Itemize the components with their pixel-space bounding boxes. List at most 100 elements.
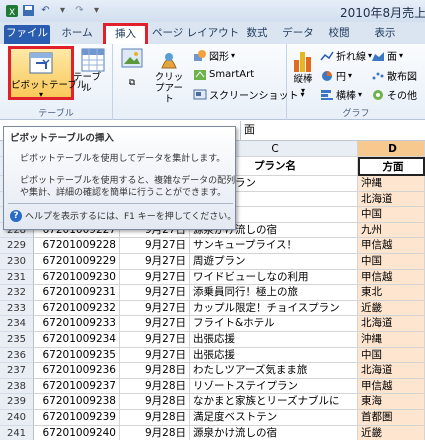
region-cell[interactable]: 中国 [358, 254, 425, 270]
row-header[interactable]: 239 [0, 394, 34, 410]
code-cell[interactable]: 67201009236 [34, 363, 120, 379]
region-cell[interactable]: 甲信越 [358, 269, 425, 286]
date-cell[interactable]: 9月27日 [120, 316, 190, 332]
chevron-down-icon[interactable]: ▾ [55, 3, 70, 18]
table-button[interactable]: テーブル [73, 48, 110, 94]
plan-cell[interactable]: わたしツアーズ気まま旅 [190, 363, 358, 379]
region-cell[interactable]: 北海道 [358, 363, 425, 379]
region-cell[interactable]: 近畿 [358, 425, 425, 440]
undo-icon[interactable]: ↶ [38, 3, 53, 18]
shapes-button[interactable]: 図形 ▾ [193, 48, 235, 63]
row-header[interactable]: 231 [0, 269, 34, 286]
scatter-chart-button[interactable]: 散布図 [371, 68, 417, 83]
plan-cell[interactable]: なかまと家族とリーズナブルに [190, 394, 358, 410]
code-cell[interactable]: 67201009228 [34, 238, 120, 254]
plan-cell[interactable]: リゾートステイプラン [190, 378, 358, 395]
tab-file[interactable]: ファイル [4, 25, 50, 44]
picture-button[interactable]: ⧉ [119, 48, 145, 89]
date-cell[interactable]: 9月28日 [120, 363, 190, 379]
region-cell[interactable]: 甲信越 [358, 238, 425, 254]
plan-cell[interactable]: サンキュープライス！ [190, 238, 358, 254]
tab-formulas[interactable]: 数式 [242, 25, 272, 44]
date-cell[interactable]: 9月27日 [120, 300, 190, 317]
bar-chart-button[interactable]: 横棒 ▾ [320, 87, 362, 102]
tab-home[interactable]: ホーム [55, 25, 99, 44]
row-header[interactable]: 238 [0, 378, 34, 395]
region-cell[interactable]: 首都圏 [358, 410, 425, 426]
region-cell[interactable]: 近畿 [358, 300, 425, 317]
plan-cell[interactable]: フライト&ホテル [190, 316, 358, 332]
row-header[interactable]: 237 [0, 363, 34, 379]
code-cell[interactable]: 67201009239 [34, 410, 120, 426]
plan-cell[interactable]: 添乗員同行！極上の旅 [190, 285, 358, 301]
region-cell[interactable]: 北海道 [358, 316, 425, 332]
row-header[interactable]: 241 [0, 425, 34, 440]
region-cell[interactable]: 東北 [358, 285, 425, 301]
code-cell[interactable]: 67201009240 [34, 425, 120, 440]
pivot-table-button[interactable]: ピボットテーブル ▾ [8, 46, 86, 100]
plan-cell[interactable]: 周遊プラン [190, 254, 358, 270]
formula-input[interactable]: 面 [240, 121, 425, 140]
plan-cell[interactable]: 出張応援 [190, 347, 358, 364]
code-cell[interactable]: 67201009231 [34, 285, 120, 301]
smartart-button[interactable]: SmartArt [193, 68, 254, 81]
code-cell[interactable]: 67201009237 [34, 378, 120, 395]
code-cell[interactable]: 67201009232 [34, 300, 120, 317]
region-cell[interactable]: 九州 [358, 222, 425, 239]
redo-icon[interactable]: ↷ [72, 3, 87, 18]
code-cell[interactable]: 67201009234 [34, 332, 120, 348]
plan-cell[interactable]: ワイドビューしなの利用 [190, 269, 358, 286]
date-cell[interactable]: 9月27日 [120, 347, 190, 364]
region-cell[interactable]: 東海 [358, 394, 425, 410]
code-cell[interactable]: 67201009229 [34, 254, 120, 270]
column-chart-button[interactable]: 縦棒 ▾ [289, 48, 317, 96]
other-charts-button[interactable]: その他 [371, 87, 417, 102]
excel-icon[interactable]: X [4, 3, 19, 18]
customize-qat-icon[interactable]: ▾ [89, 3, 104, 18]
row-header[interactable]: 235 [0, 332, 34, 348]
region-cell[interactable]: 中国 [358, 207, 425, 223]
row-header[interactable]: 229 [0, 238, 34, 254]
date-cell[interactable]: 9月27日 [120, 285, 190, 301]
row-header[interactable]: 240 [0, 410, 34, 426]
plan-cell[interactable]: 出張応援 [190, 332, 358, 348]
region-cell[interactable]: 甲信越 [358, 378, 425, 395]
tab-page-layout[interactable]: ページ レイアウト [152, 25, 239, 44]
row-header[interactable]: 230 [0, 254, 34, 270]
date-cell[interactable]: 9月27日 [120, 254, 190, 270]
tab-data[interactable]: データ [280, 25, 316, 44]
tab-insert[interactable]: 挿入 [103, 23, 148, 44]
area-chart-button[interactable]: 面 ▾ [371, 48, 403, 63]
chevron-down-icon: ▾ [358, 90, 363, 99]
date-cell[interactable]: 9月28日 [120, 425, 190, 440]
date-cell[interactable]: 9月28日 [120, 410, 190, 426]
plan-cell[interactable]: 満足度ベストテン [190, 410, 358, 426]
save-icon[interactable] [21, 3, 36, 18]
date-cell[interactable]: 9月27日 [120, 269, 190, 286]
region-cell[interactable]: 沖縄 [358, 332, 425, 348]
row-header[interactable]: 233 [0, 300, 34, 317]
region-cell[interactable]: 沖縄 [358, 176, 425, 192]
date-cell[interactable]: 9月27日 [120, 238, 190, 254]
date-cell[interactable]: 9月28日 [120, 378, 190, 395]
region-cell[interactable]: 中国 [358, 347, 425, 364]
row-header[interactable]: 234 [0, 316, 34, 332]
row-header[interactable]: 236 [0, 347, 34, 364]
code-cell[interactable]: 67201009235 [34, 347, 120, 364]
tab-review[interactable]: 校閲 [324, 25, 354, 44]
clipart-button[interactable]: クリップアート [151, 48, 187, 105]
region-header-cell[interactable]: 方面 [358, 157, 425, 176]
date-cell[interactable]: 9月27日 [120, 332, 190, 348]
column-header-d[interactable]: D [358, 141, 425, 157]
row-header[interactable]: 232 [0, 285, 34, 301]
code-cell[interactable]: 67201009238 [34, 394, 120, 410]
code-cell[interactable]: 67201009233 [34, 316, 120, 332]
date-cell[interactable]: 9月28日 [120, 394, 190, 410]
plan-cell[interactable]: カップル限定！チョイスプラン [190, 300, 358, 317]
tab-view[interactable]: 表示 [370, 25, 400, 44]
code-cell[interactable]: 67201009230 [34, 269, 120, 286]
plan-cell[interactable]: 源泉かけ流しの宿 [190, 425, 358, 440]
line-chart-button[interactable]: 折れ線 ▾ [320, 48, 372, 63]
region-cell[interactable]: 北海道 [358, 191, 425, 208]
pie-chart-button[interactable]: 円 ▾ [320, 68, 352, 83]
